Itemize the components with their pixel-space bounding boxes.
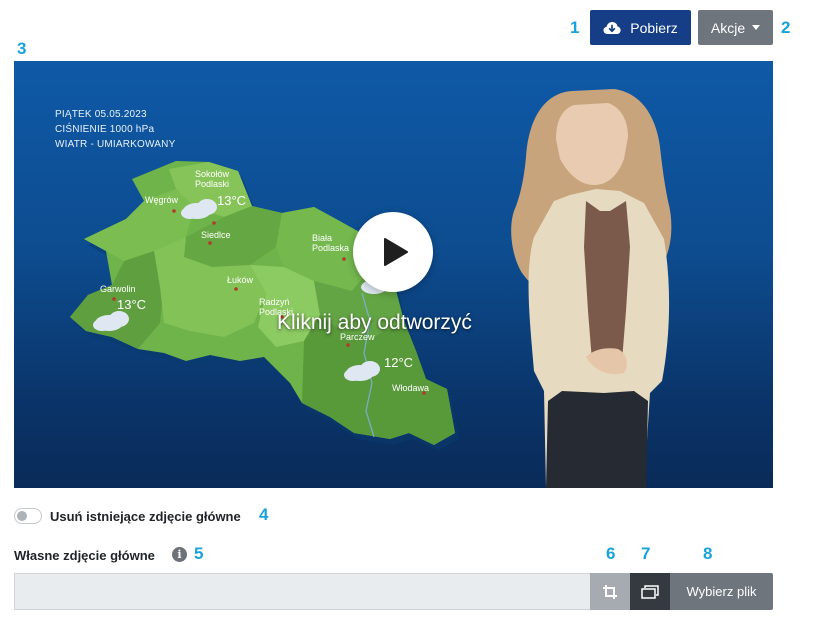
info-icon[interactable]: i — [172, 547, 187, 562]
crop-button[interactable] — [590, 573, 630, 610]
remove-main-image-label[interactable]: Usuń istniejące zdjęcie główne — [50, 509, 241, 524]
map-temp-1: 13°C — [217, 193, 247, 208]
map-temp-3: 12°C — [384, 355, 414, 370]
map-label-siedlce: Siedlce — [201, 230, 231, 240]
play-icon — [383, 237, 409, 267]
marker-5: 5 — [194, 544, 204, 563]
browse-gallery-button[interactable] — [630, 573, 670, 610]
map-temp-2: 13°C — [117, 297, 147, 312]
download-label: Pobierz — [630, 19, 678, 36]
map-label-sokolow: Sokołów Podlaski — [195, 169, 230, 189]
map-label-biala: Biała Podlaska — [312, 233, 350, 253]
play-button[interactable] — [353, 212, 433, 292]
download-button[interactable]: Pobierz — [590, 10, 691, 45]
caret-down-icon — [752, 25, 761, 30]
marker-4: 4 — [259, 505, 269, 524]
map-label-wlodawa: Włodawa — [392, 383, 430, 393]
play-caption: Kliknij aby odtworzyć — [277, 311, 472, 334]
remove-main-image-toggle[interactable] — [14, 508, 42, 524]
weather-pressure: CIŚNIENIE 1000 hPa — [55, 124, 155, 135]
marker-3: 3 — [17, 39, 27, 58]
marker-1: 1 — [570, 18, 580, 37]
cloud-download-icon — [603, 21, 621, 35]
video-player[interactable]: PIĄTEK 05.05.2023 CIŚNIENIE 1000 hPa WIA… — [14, 61, 773, 488]
map-label-wegrow: Węgrów — [145, 195, 179, 205]
marker-6: 6 — [606, 544, 616, 563]
actions-dropdown-button[interactable]: Akcje — [698, 10, 773, 45]
weather-info: PIĄTEK 05.05.2023 CIŚNIENIE 1000 hPa WIA… — [55, 107, 175, 152]
own-main-image-label: Własne zdjęcie główne — [14, 548, 155, 563]
marker-7: 7 — [641, 544, 651, 563]
marker-2: 2 — [781, 18, 791, 37]
crop-icon — [602, 584, 618, 600]
gallery-icon — [640, 584, 660, 600]
marker-8: 8 — [703, 544, 713, 563]
choose-file-button[interactable]: Wybierz plik — [670, 573, 773, 610]
actions-label: Akcje — [710, 19, 746, 36]
weather-date: PIĄTEK 05.05.2023 — [55, 109, 147, 120]
file-path-input[interactable] — [14, 573, 590, 610]
weather-wind: WIATR - UMIARKOWANY — [55, 139, 176, 150]
map-label-garwolin: Garwolin — [100, 284, 136, 294]
map-label-lukow: Łuków — [227, 275, 254, 285]
toggle-knob — [17, 511, 27, 521]
